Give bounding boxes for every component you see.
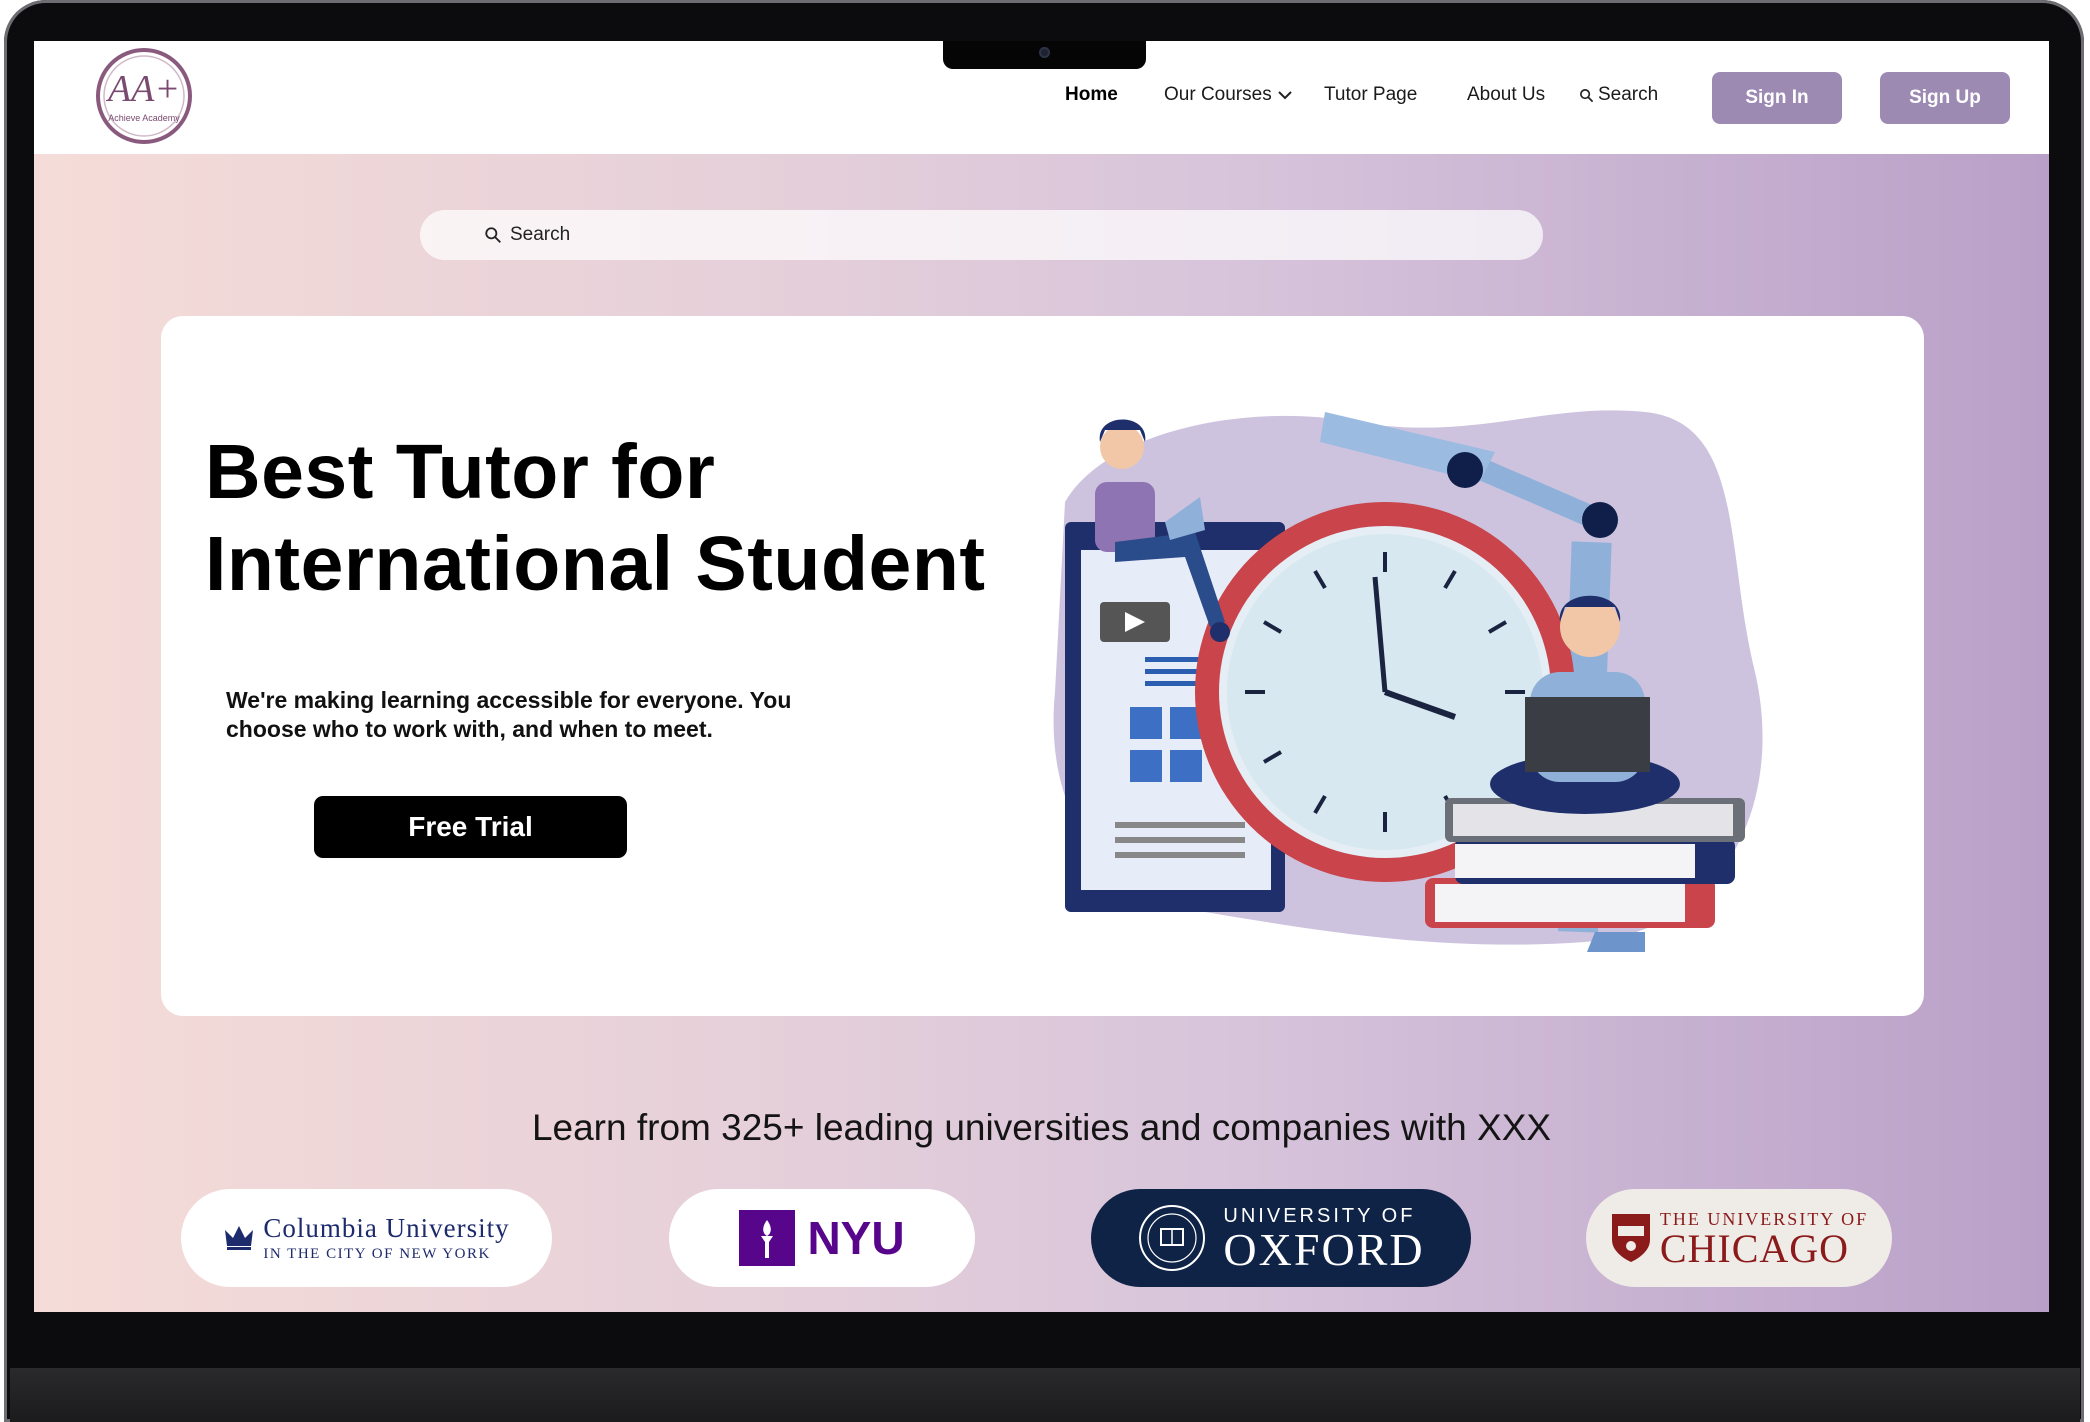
nyu-name: NYU bbox=[807, 1212, 905, 1264]
nav-home-link[interactable]: Home bbox=[1065, 84, 1118, 106]
tutoring-illustration bbox=[1053, 410, 1763, 952]
nav-about-link[interactable]: About Us bbox=[1467, 84, 1545, 106]
chicago-logo[interactable]: THE UNIVERSITY OF CHICAGO bbox=[1586, 1189, 1892, 1287]
laptop-base bbox=[10, 1368, 2080, 1422]
search-placeholder: Search bbox=[510, 224, 571, 245]
free-trial-button[interactable]: Free Trial bbox=[314, 796, 627, 858]
svg-text:AA+: AA+ bbox=[105, 68, 180, 110]
nav-search-link[interactable]: Search bbox=[1579, 84, 1658, 106]
search-icon bbox=[1580, 88, 1594, 102]
hero-card: Best Tutor for International Student We'… bbox=[161, 316, 1924, 1016]
chevron-down-icon bbox=[1277, 91, 1292, 100]
nyu-logo[interactable]: NYU bbox=[669, 1189, 975, 1287]
nav-search-label: Search bbox=[1598, 84, 1659, 105]
camera-notch bbox=[943, 41, 1146, 69]
logo-icon[interactable]: AA+ Achieve Academy bbox=[94, 46, 194, 146]
nav-tutor-link[interactable]: Tutor Page bbox=[1324, 84, 1417, 106]
columbia-subtitle: IN THE CITY OF NEW YORK bbox=[263, 1246, 491, 1262]
camera-icon bbox=[1039, 47, 1050, 58]
hero-title-line2: International Student bbox=[205, 521, 986, 607]
columbia-name: Columbia University bbox=[263, 1213, 510, 1243]
search-icon bbox=[485, 227, 501, 243]
chicago-name: CHICAGO bbox=[1659, 1225, 1850, 1271]
nav-courses-dropdown[interactable]: Our Courses bbox=[1164, 84, 1292, 106]
oxford-name: OXFORD bbox=[1223, 1223, 1425, 1275]
torch-icon bbox=[739, 1210, 796, 1266]
hero-title: Best Tutor for International Student bbox=[205, 426, 986, 610]
hero-title-line1: Best Tutor for bbox=[205, 429, 716, 515]
crown-icon bbox=[225, 1226, 254, 1250]
oxford-crest-icon bbox=[1139, 1205, 1206, 1271]
hero-subtitle: We're making learning accessible for eve… bbox=[226, 687, 792, 742]
browser-screen: AA+ Achieve Academy Home Our Courses Tut… bbox=[34, 41, 2049, 1312]
columbia-logo[interactable]: Columbia University IN THE CITY OF NEW Y… bbox=[181, 1189, 552, 1287]
oxford-logo[interactable]: UNIVERSITY OF OXFORD bbox=[1091, 1189, 1471, 1287]
svg-text:Achieve Academy: Achieve Academy bbox=[108, 113, 180, 123]
nav-courses-label: Our Courses bbox=[1164, 84, 1272, 105]
search-input[interactable]: Search bbox=[420, 210, 1543, 260]
hero-section: Search Best Tutor for International Stud… bbox=[34, 154, 2049, 1312]
partners-tagline: Learn from 325+ leading universities and… bbox=[531, 1107, 1552, 1148]
chicago-shield-icon bbox=[1611, 1214, 1650, 1262]
sign-in-button[interactable]: Sign In bbox=[1712, 72, 1842, 124]
sign-up-button[interactable]: Sign Up bbox=[1880, 72, 2010, 124]
